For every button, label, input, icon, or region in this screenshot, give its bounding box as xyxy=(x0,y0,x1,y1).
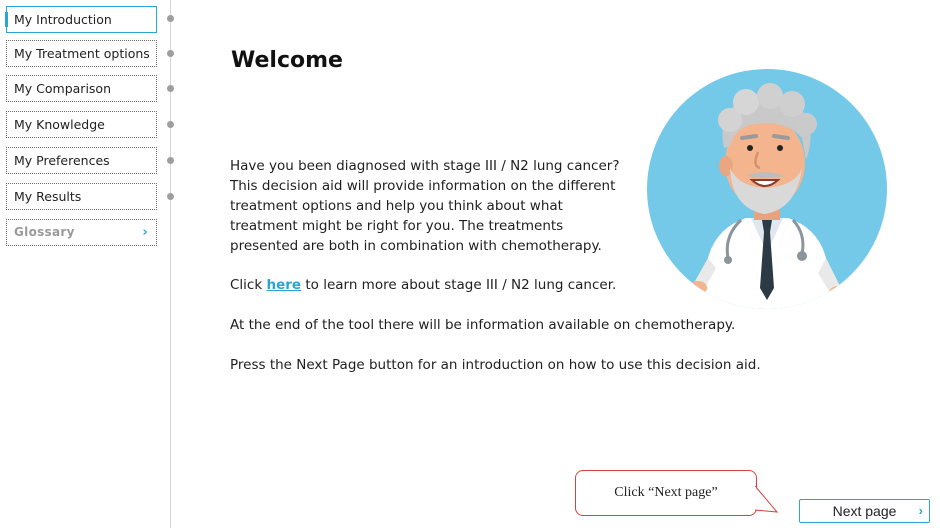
chevron-right-icon: › xyxy=(918,503,923,518)
sidebar-item-my-treatment-options[interactable]: My Treatment options xyxy=(6,40,157,67)
next-page-button[interactable]: Next page › xyxy=(799,499,930,523)
progress-dot xyxy=(167,193,174,200)
chemotherapy-info-text: At the end of the tool there will be inf… xyxy=(230,317,736,333)
progress-dot xyxy=(167,50,174,57)
chevron-right-icon: › xyxy=(142,225,148,240)
sidebar-item-glossary[interactable]: Glossary › xyxy=(6,219,157,246)
sidebar-item-my-preferences[interactable]: My Preferences xyxy=(6,147,157,174)
sidebar-nav: My Introduction My Treatment options My … xyxy=(0,0,172,528)
progress-dot xyxy=(167,121,174,128)
doctor-illustration xyxy=(647,69,887,309)
next-page-label: Next page xyxy=(832,503,897,519)
learn-more-line: Click here to learn more about stage III… xyxy=(230,275,616,295)
glossary-label: Glossary xyxy=(14,225,75,239)
callout-tail xyxy=(755,485,779,513)
sidebar-item-my-introduction[interactable]: My Introduction xyxy=(5,6,157,33)
page-title: Welcome xyxy=(231,48,343,73)
next-page-instruction-text: Press the Next Page button for an introd… xyxy=(230,357,761,373)
intro-paragraph: Have you been diagnosed with stage III /… xyxy=(230,158,620,254)
learn-more-prefix: Click xyxy=(230,277,267,293)
sidebar-item-my-knowledge[interactable]: My Knowledge xyxy=(6,111,157,138)
sidebar-item-my-comparison[interactable]: My Comparison xyxy=(6,75,157,102)
sidebar-item-my-results[interactable]: My Results xyxy=(6,183,157,210)
progress-dot xyxy=(167,85,174,92)
sidebar-divider xyxy=(170,0,171,528)
next-page-hint-callout: Click “Next page” xyxy=(575,470,757,516)
here-link[interactable]: here xyxy=(266,277,301,293)
progress-dot xyxy=(167,157,174,164)
progress-dot xyxy=(167,15,174,22)
learn-more-suffix: to learn more about stage III / N2 lung … xyxy=(301,277,617,293)
